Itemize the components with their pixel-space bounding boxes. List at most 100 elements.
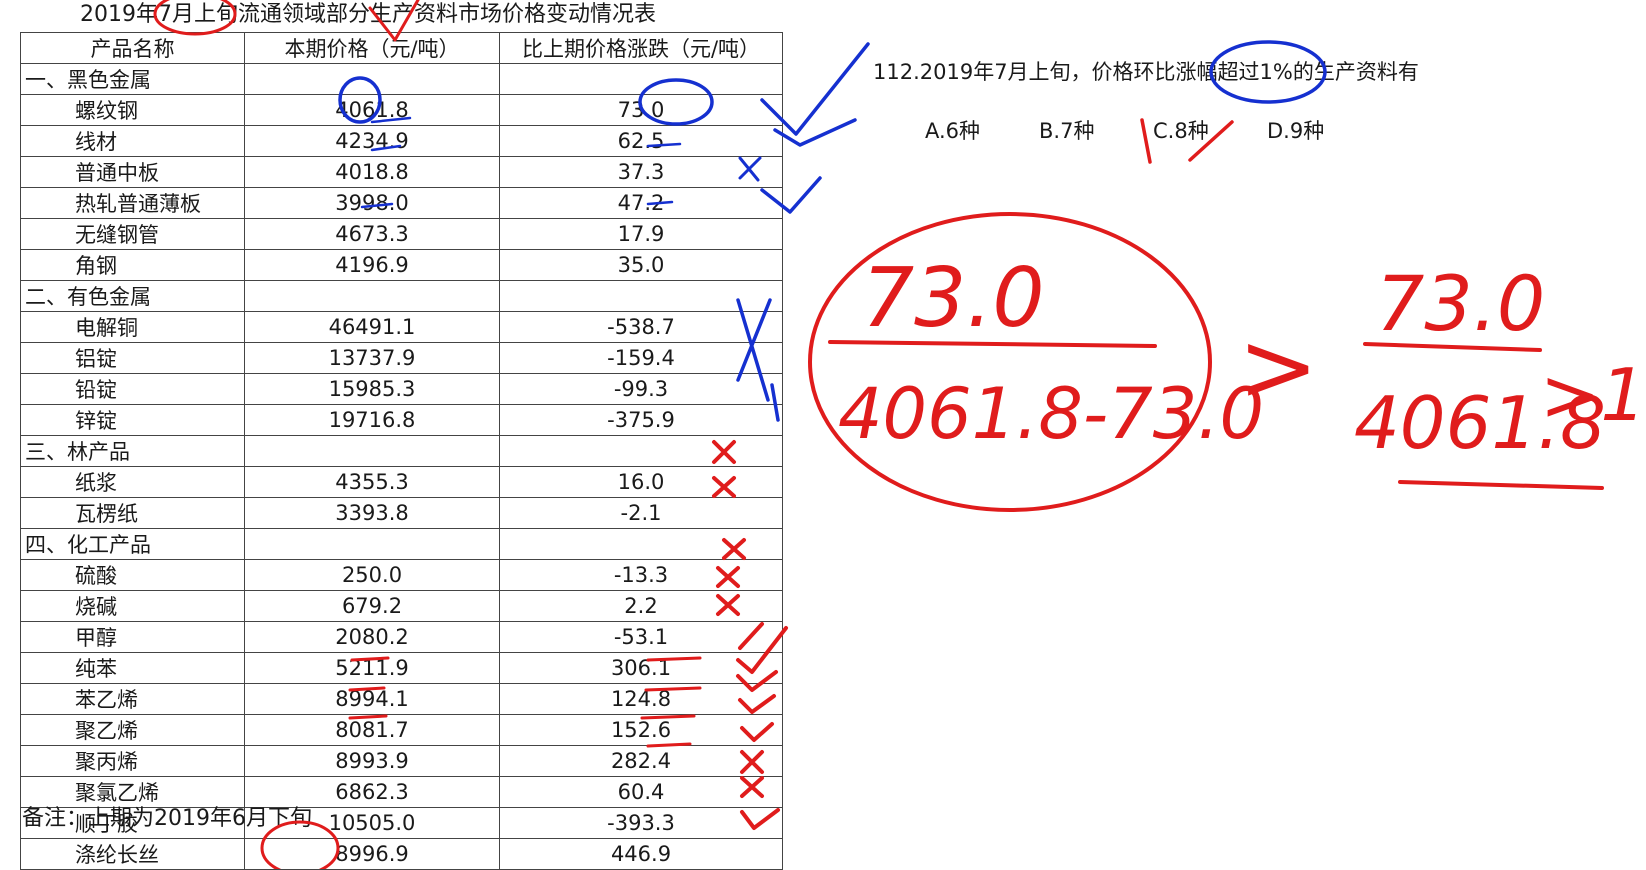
product-name: 角钢 xyxy=(20,249,245,281)
product-name: 热轧普通薄板 xyxy=(20,187,245,219)
current-price: 3998.0 xyxy=(244,187,500,219)
current-price: 4673.3 xyxy=(244,218,500,250)
price-change: -99.3 xyxy=(499,373,783,405)
header-current-price: 本期价格（元/吨） xyxy=(244,32,500,64)
product-name: 瓦楞纸 xyxy=(20,497,245,529)
current-price: 4355.3 xyxy=(244,466,500,498)
current-price: 679.2 xyxy=(244,590,500,622)
compare-symbol: > xyxy=(1238,311,1318,423)
table-row: 甲醇 2080.2 -53.1 xyxy=(20,621,783,653)
price-change: 152.6 xyxy=(499,714,783,746)
option-b[interactable]: B.7种 xyxy=(1039,115,1094,145)
table-row: 电解铜 46491.1 -538.7 xyxy=(20,311,783,343)
table-row: 热轧普通薄板 3998.0 47.2 xyxy=(20,187,783,219)
current-price: 250.0 xyxy=(244,559,500,591)
price-change: 282.4 xyxy=(499,745,783,777)
product-name: 无缝钢管 xyxy=(20,218,245,250)
category-empty-price xyxy=(244,280,500,312)
price-change: 73.0 xyxy=(499,94,783,126)
result-text: >1% xyxy=(1540,353,1646,437)
table-row: 聚丙烯 8993.9 282.4 xyxy=(20,745,783,777)
current-price: 13737.9 xyxy=(244,342,500,374)
price-change: -159.4 xyxy=(499,342,783,374)
price-change: -53.1 xyxy=(499,621,783,653)
price-change: 2.2 xyxy=(499,590,783,622)
price-change: 124.8 xyxy=(499,683,783,715)
product-name: 烧碱 xyxy=(20,590,245,622)
check-mark-2 xyxy=(773,118,857,147)
price-change: -393.3 xyxy=(499,807,783,839)
frac1-denominator: 4061.8-73.0 xyxy=(838,373,1264,455)
category-name: 四、化工产品 xyxy=(20,528,245,560)
frac1-numerator: 73.0 xyxy=(862,251,1045,346)
price-change: 62.5 xyxy=(499,125,783,157)
price-change: 17.9 xyxy=(499,218,783,250)
table-row: 角钢 4196.9 35.0 xyxy=(20,249,783,281)
current-price: 8993.9 xyxy=(244,745,500,777)
table-row: 瓦楞纸 3393.8 -2.1 xyxy=(20,497,783,529)
category-name: 三、林产品 xyxy=(20,435,245,467)
product-name: 锌锭 xyxy=(20,404,245,436)
question-text: 112.2019年7月上旬，价格环比涨幅超过1%的生产资料有 xyxy=(873,60,1419,84)
category-row: 一、黑色金属 xyxy=(20,63,783,95)
price-table: 产品名称 本期价格（元/吨） 比上期价格涨跌（元/吨） 一、黑色金属 螺纹钢 406… xyxy=(20,32,783,870)
fraction2-bar xyxy=(1363,342,1542,352)
price-change: -375.9 xyxy=(499,404,783,436)
current-price: 8994.1 xyxy=(244,683,500,715)
current-price: 4234.9 xyxy=(244,125,500,157)
category-row: 二、有色金属 xyxy=(20,280,783,312)
current-price: 4196.9 xyxy=(244,249,500,281)
category-empty-change xyxy=(499,528,783,560)
table-row: 苯乙烯 8994.1 124.8 xyxy=(20,683,783,715)
table-row: 线材 4234.9 62.5 xyxy=(20,125,783,157)
fraction-circle xyxy=(808,212,1212,512)
table-title: 2019年7月上旬流通领域部分生产资料市场价格变动情况表 xyxy=(80,2,656,27)
product-name: 纸浆 xyxy=(20,466,245,498)
price-change: 306.1 xyxy=(499,652,783,684)
table-row: 纯苯 5211.9 306.1 xyxy=(20,652,783,684)
current-price: 4018.8 xyxy=(244,156,500,188)
table-row: 涤纶长丝 8996.9 446.9 xyxy=(20,838,783,870)
frac2-numerator: 73.0 xyxy=(1376,259,1545,348)
current-price: 4061.8 xyxy=(244,94,500,126)
price-change: 446.9 xyxy=(499,838,783,870)
table-header-row: 产品名称 本期价格（元/吨） 比上期价格涨跌（元/吨） xyxy=(20,32,783,64)
table-note: 备注：上期为2019年6月下旬 xyxy=(22,806,312,831)
product-name: 铅锭 xyxy=(20,373,245,405)
product-name: 硫酸 xyxy=(20,559,245,591)
current-price: 2080.2 xyxy=(244,621,500,653)
category-empty-change xyxy=(499,435,783,467)
product-name: 电解铜 xyxy=(20,311,245,343)
option-a[interactable]: A.6种 xyxy=(925,115,980,145)
current-price: 8996.9 xyxy=(244,838,500,870)
category-row: 三、林产品 xyxy=(20,435,783,467)
option-d[interactable]: D.9种 xyxy=(1267,115,1324,145)
product-name: 聚乙烯 xyxy=(20,714,245,746)
product-name: 甲醇 xyxy=(20,621,245,653)
product-name: 螺纹钢 xyxy=(20,94,245,126)
table-row: 螺纹钢 4061.8 73.0 xyxy=(20,94,783,126)
table-row: 纸浆 4355.3 16.0 xyxy=(20,466,783,498)
category-empty-price xyxy=(244,528,500,560)
category-row: 四、化工产品 xyxy=(20,528,783,560)
option-c[interactable]: C.8种 xyxy=(1153,115,1209,145)
category-empty-change xyxy=(499,63,783,95)
current-price: 15985.3 xyxy=(244,373,500,405)
table-row: 聚乙烯 8081.7 152.6 xyxy=(20,714,783,746)
frac2-denominator: 4061.8 xyxy=(1354,381,1606,465)
product-name: 聚丙烯 xyxy=(20,745,245,777)
price-change: -2.1 xyxy=(499,497,783,529)
table-row: 铅锭 15985.3 -99.3 xyxy=(20,373,783,405)
product-name: 铝锭 xyxy=(20,342,245,374)
table-row: 铝锭 13737.9 -159.4 xyxy=(20,342,783,374)
price-change: -538.7 xyxy=(499,311,783,343)
category-name: 一、黑色金属 xyxy=(20,63,245,95)
price-change: 60.4 xyxy=(499,776,783,808)
current-price: 3393.8 xyxy=(244,497,500,529)
category-empty-price xyxy=(244,435,500,467)
category-name: 二、有色金属 xyxy=(20,280,245,312)
category-empty-change xyxy=(499,280,783,312)
table-row: 锌锭 19716.8 -375.9 xyxy=(20,404,783,436)
product-name: 普通中板 xyxy=(20,156,245,188)
product-name: 纯苯 xyxy=(20,652,245,684)
